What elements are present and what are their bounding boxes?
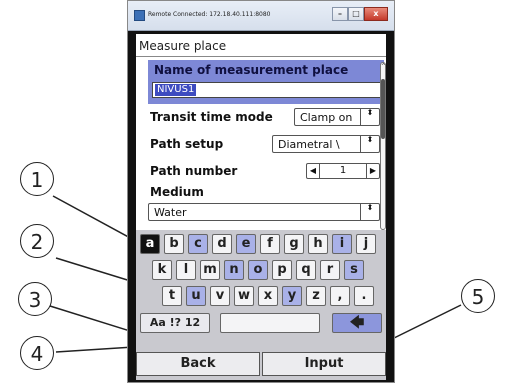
key-z[interactable]: z bbox=[306, 286, 326, 306]
key-q[interactable]: q bbox=[296, 260, 316, 280]
path-setup-value: Diametral \ bbox=[278, 138, 340, 151]
keyboard-mode-button[interactable]: Aa !? 12 bbox=[140, 313, 210, 333]
path-number-label: Path number bbox=[150, 164, 238, 178]
maximize-icon: □ bbox=[352, 9, 360, 18]
key-g[interactable]: g bbox=[284, 234, 304, 254]
minimize-icon: – bbox=[338, 9, 342, 18]
path-number-value: 1 bbox=[339, 165, 347, 176]
key-i[interactable]: i bbox=[332, 234, 352, 254]
dropdown-arrow-icon: ⬍ bbox=[360, 136, 379, 152]
backspace-key[interactable]: 🡄 bbox=[332, 313, 382, 333]
minimize-button[interactable]: – bbox=[332, 7, 348, 21]
key-d[interactable]: d bbox=[212, 234, 232, 254]
name-input-value: NIVUS1 bbox=[155, 84, 197, 96]
key-e[interactable]: e bbox=[236, 234, 256, 254]
title-divider bbox=[136, 56, 386, 57]
device-screen: Measure place Name of measurement place … bbox=[136, 34, 386, 380]
transit-mode-select[interactable]: Clamp on ⬍ bbox=[294, 108, 380, 126]
path-setup-select[interactable]: Diametral \ ⬍ bbox=[272, 135, 380, 153]
path-number-stepper[interactable]: ◀ 1 ▶ bbox=[306, 163, 380, 179]
key-w[interactable]: w bbox=[234, 286, 254, 306]
close-button[interactable]: x bbox=[364, 7, 388, 21]
input-button[interactable]: Input bbox=[262, 352, 386, 376]
key-x[interactable]: x bbox=[258, 286, 278, 306]
medium-select[interactable]: Water ⬍ bbox=[148, 203, 380, 221]
close-icon: x bbox=[373, 9, 379, 18]
key-k[interactable]: k bbox=[152, 260, 172, 280]
dropdown-arrow-icon: ⬍ bbox=[360, 204, 379, 220]
back-button[interactable]: Back bbox=[136, 352, 260, 376]
key-s[interactable]: s bbox=[344, 260, 364, 280]
app-icon bbox=[134, 10, 145, 21]
name-field-label: Name of measurement place bbox=[154, 63, 349, 77]
scroll-thumb[interactable] bbox=[381, 79, 385, 139]
key-r[interactable]: r bbox=[320, 260, 340, 280]
medium-value: Water bbox=[154, 206, 187, 219]
key-p[interactable]: p bbox=[272, 260, 292, 280]
medium-label: Medium bbox=[150, 185, 204, 199]
key-c[interactable]: c bbox=[188, 234, 208, 254]
stepper-right-icon[interactable]: ▶ bbox=[366, 164, 379, 178]
key-f[interactable]: f bbox=[260, 234, 280, 254]
key-m[interactable]: m bbox=[200, 260, 220, 280]
callout-line-5 bbox=[387, 304, 462, 342]
window-titlebar[interactable]: Remote Connected: 172.18.40.111:8080 – □… bbox=[128, 1, 394, 31]
key-a[interactable]: a bbox=[140, 234, 160, 254]
key-comma[interactable]: , bbox=[330, 286, 350, 306]
callout-3: 3 bbox=[18, 282, 52, 316]
name-input[interactable]: NIVUS1 bbox=[152, 82, 382, 98]
backspace-icon: 🡄 bbox=[349, 315, 365, 331]
callout-4: 4 bbox=[20, 336, 54, 370]
maximize-button[interactable]: □ bbox=[348, 7, 364, 21]
key-b[interactable]: b bbox=[164, 234, 184, 254]
scroll-up-icon[interactable]: ^ bbox=[381, 63, 386, 71]
space-key[interactable] bbox=[220, 313, 320, 333]
callout-5: 5 bbox=[461, 279, 495, 313]
key-l[interactable]: l bbox=[176, 260, 196, 280]
key-period[interactable]: . bbox=[354, 286, 374, 306]
remote-window: Remote Connected: 172.18.40.111:8080 – □… bbox=[127, 0, 395, 383]
transit-mode-label: Transit time mode bbox=[150, 110, 273, 124]
onscreen-keyboard: a b c d e f g h i j k l m n o p q r s t … bbox=[136, 230, 386, 380]
key-o[interactable]: o bbox=[248, 260, 268, 280]
key-u[interactable]: u bbox=[186, 286, 206, 306]
key-h[interactable]: h bbox=[308, 234, 328, 254]
transit-mode-value: Clamp on bbox=[300, 111, 353, 124]
dropdown-arrow-icon: ⬍ bbox=[360, 109, 379, 125]
key-n[interactable]: n bbox=[224, 260, 244, 280]
key-y[interactable]: y bbox=[282, 286, 302, 306]
window-title: Remote Connected: 172.18.40.111:8080 bbox=[148, 11, 271, 18]
callout-1: 1 bbox=[20, 162, 54, 196]
page-title: Measure place bbox=[139, 39, 227, 53]
scrollbar[interactable]: ^ bbox=[380, 62, 386, 230]
key-j[interactable]: j bbox=[356, 234, 376, 254]
key-t[interactable]: t bbox=[162, 286, 182, 306]
callout-2: 2 bbox=[20, 224, 54, 258]
name-field-group[interactable]: Name of measurement place NIVUS1 bbox=[148, 60, 384, 104]
path-setup-label: Path setup bbox=[150, 137, 224, 151]
key-v[interactable]: v bbox=[210, 286, 230, 306]
